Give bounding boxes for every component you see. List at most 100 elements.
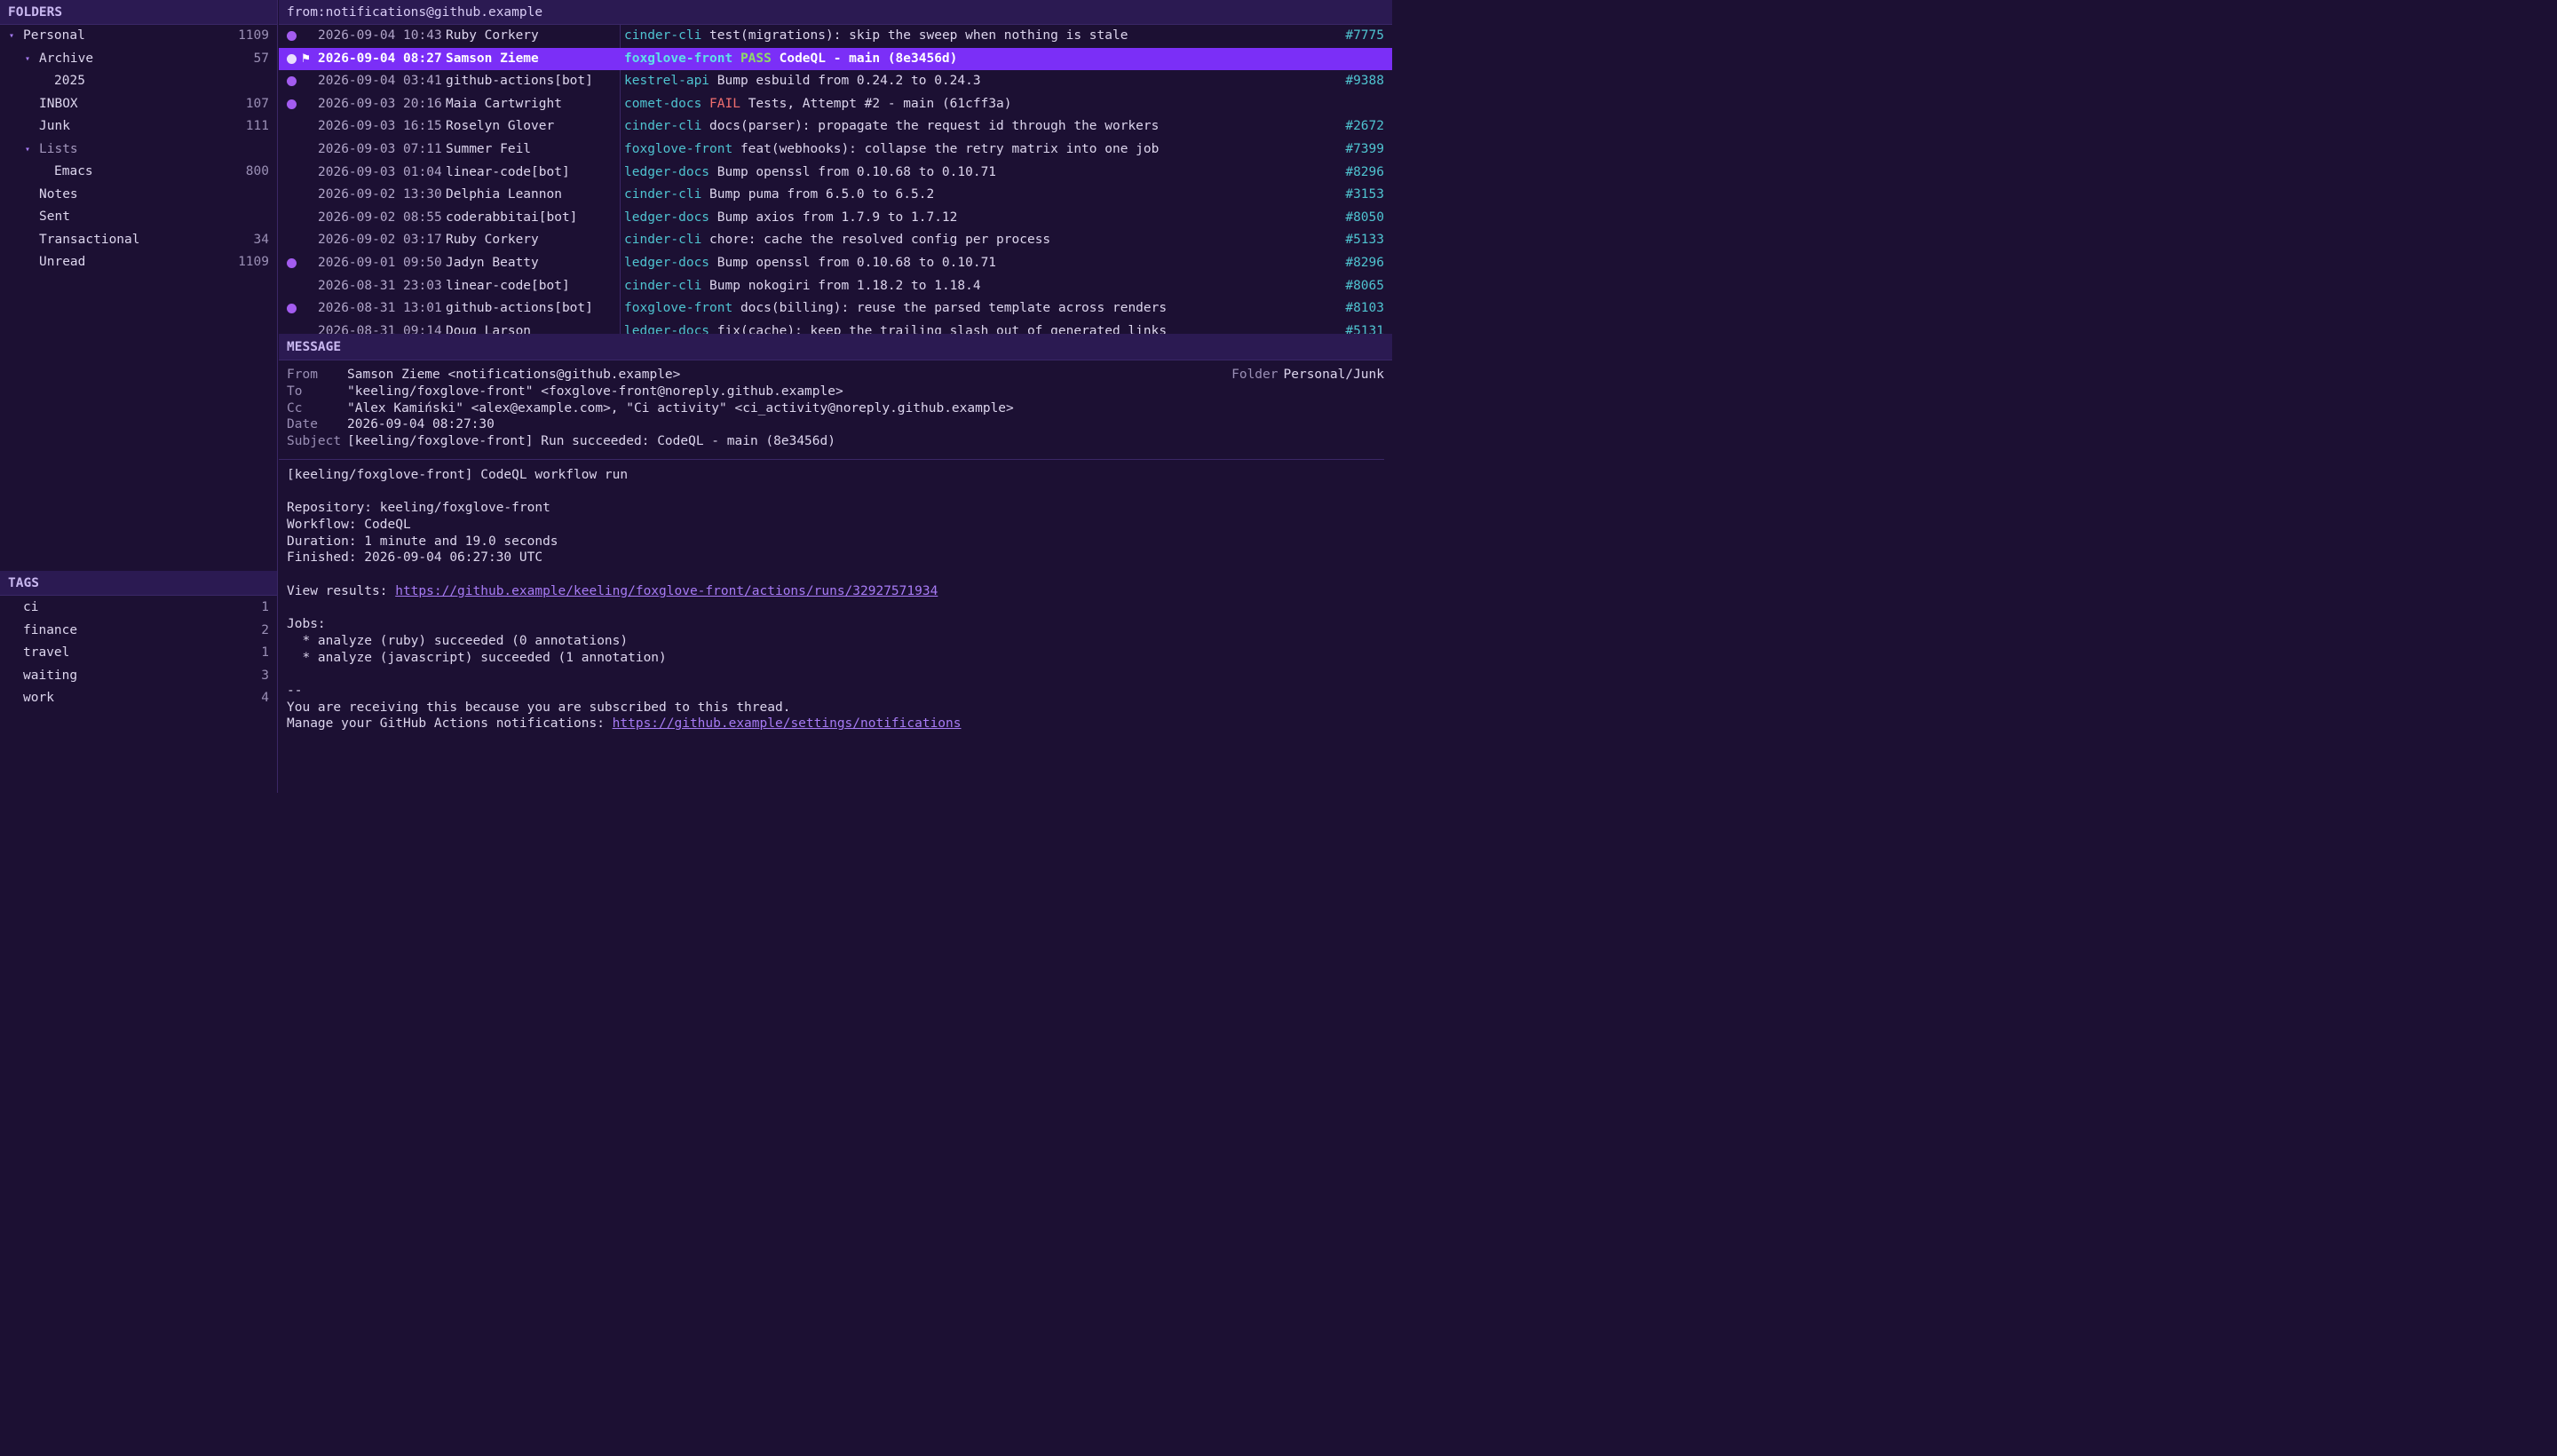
message-sender: Ruby Corkery <box>446 28 539 43</box>
folder-value[interactable]: Personal/Junk <box>1284 368 1385 382</box>
chevron-down-icon[interactable]: ▾ <box>25 48 30 71</box>
message-sender: linear-code[bot] <box>446 278 570 293</box>
subject-text: Bump nokogiri from 1.18.2 to 1.18.4 <box>709 278 981 293</box>
repo-name: foxglove-front <box>624 141 733 156</box>
repo-name: ledger-docs <box>624 210 710 225</box>
message-row-selected[interactable]: ⚑ 2026-09-04 08:27 Samson Zieme foxglove… <box>279 47 1392 71</box>
folder-label: Folder <box>1231 368 1278 382</box>
subject-text: test(migrations): skip the sweep when no… <box>709 28 1128 43</box>
folder-item-lists[interactable]: ▾ Lists <box>0 138 277 162</box>
issue-number: #8050 <box>1345 210 1384 225</box>
message-date: 2026-09-02 08:55 <box>318 210 442 225</box>
message-row[interactable]: 2026-09-03 20:16 Maia Cartwright comet-d… <box>279 92 1392 116</box>
folder-count: 111 <box>245 119 269 133</box>
folder-count: 1109 <box>238 28 269 43</box>
message-row[interactable]: 2026-09-03 16:15 Roselyn Glover cinder-c… <box>279 115 1392 138</box>
message-sender: Ruby Corkery <box>446 233 539 248</box>
notifications-label: Manage your GitHub Actions notifications… <box>287 716 613 732</box>
message-subject: foxglove-front PASS CodeQL - main (8e345… <box>624 48 957 71</box>
message-row[interactable]: 2026-09-03 01:04 linear-code[bot] ledger… <box>279 161 1392 185</box>
tag-item-waiting[interactable]: waiting 3 <box>0 665 277 688</box>
tag-count: 2 <box>261 622 269 637</box>
folder-item-junk[interactable]: Junk 111 <box>0 115 277 138</box>
subject-text: chore: cache the resolved config per pro… <box>709 233 1051 248</box>
view-results-link[interactable]: https://github.example/keeling/foxglove-… <box>395 584 938 598</box>
message-row[interactable]: 2026-09-03 07:11 Summer Feil foxglove-fr… <box>279 138 1392 162</box>
repo-name: kestrel-api <box>624 74 710 89</box>
header-label: Subject <box>287 434 342 449</box>
message-subject: foxglove-front docs(billing): reuse the … <box>624 297 1167 320</box>
folder-item-personal[interactable]: ▾ Personal 1109 <box>0 25 277 48</box>
message-sender: coderabbitai[bot] <box>446 210 578 225</box>
column-divider <box>620 47 621 71</box>
tag-label: work <box>23 691 54 705</box>
message-subject: ledger-docs fix(cache): keep the trailin… <box>624 320 1167 334</box>
message-row[interactable]: 2026-09-02 13:30 Delphia Leannon cinder-… <box>279 184 1392 207</box>
message-date: 2026-09-04 10:43 <box>318 28 442 43</box>
column-divider <box>620 115 621 138</box>
folder-item-inbox[interactable]: INBOX 107 <box>0 93 277 116</box>
tag-count: 4 <box>261 691 269 705</box>
repo-name: cinder-cli <box>624 28 702 43</box>
issue-number: #8296 <box>1345 255 1384 270</box>
column-divider <box>620 297 621 320</box>
unread-dot-icon <box>287 53 297 64</box>
message-row[interactable]: 2026-09-04 10:43 Ruby Corkery cinder-cli… <box>279 25 1392 48</box>
tags-header: TAGS <box>0 571 277 596</box>
message-date: 2026-09-01 09:50 <box>318 255 442 270</box>
message-row[interactable]: 2026-09-04 03:41 github-actions[bot] kes… <box>279 70 1392 93</box>
header-to-value[interactable]: "keeling/foxglove-front" <foxglove-front… <box>347 384 843 399</box>
repo-name: foxglove-front <box>624 51 733 66</box>
message-row[interactable]: 2026-09-01 09:50 Jadyn Beatty ledger-doc… <box>279 251 1392 275</box>
folder-item-2025[interactable]: 2025 <box>0 70 277 93</box>
message-date: 2026-09-03 07:11 <box>318 141 442 156</box>
notifications-settings-link[interactable]: https://github.example/settings/notifica… <box>613 716 962 731</box>
column-divider <box>620 161 621 185</box>
issue-number: #7399 <box>1345 141 1384 156</box>
signature-separator: -- <box>287 683 303 698</box>
issue-number: #8065 <box>1345 278 1384 293</box>
message-date: 2026-09-04 08:27 <box>318 51 442 66</box>
tag-item-work[interactable]: work 4 <box>0 687 277 710</box>
message-sender: Maia Cartwright <box>446 96 562 111</box>
subject-text: docs(billing): reuse the parsed template… <box>740 301 1168 316</box>
folder-item-unread[interactable]: Unread 1109 <box>0 251 277 274</box>
message-row[interactable]: 2026-09-02 08:55 coderabbitai[bot] ledge… <box>279 206 1392 230</box>
body-line: Manage your GitHub Actions notifications… <box>287 716 1384 732</box>
tag-item-finance[interactable]: finance 2 <box>0 620 277 643</box>
unread-dot-icon <box>287 304 297 314</box>
column-divider <box>620 70 621 93</box>
folder-item-notes[interactable]: Notes <box>0 184 277 207</box>
body-blank <box>287 484 1384 501</box>
tag-item-ci[interactable]: ci 1 <box>0 597 277 620</box>
folder-item-sent[interactable]: Sent <box>0 206 277 229</box>
unread-dot-icon <box>287 31 297 41</box>
message-subject: cinder-cli Bump puma from 6.5.0 to 6.5.2 <box>624 184 934 207</box>
tag-item-travel[interactable]: travel 1 <box>0 642 277 665</box>
message-list-pane: from:notifications@github.example 2026-0… <box>279 0 1392 334</box>
subject-text: feat(webhooks): collapse the retry matri… <box>740 141 1160 156</box>
unread-dot-icon <box>287 257 297 268</box>
header-from-value[interactable]: Samson Zieme <notifications@github.examp… <box>347 368 680 382</box>
folder-list: ▾ Personal 1109 ▾ Archive 57 2025 INBOX … <box>0 25 277 274</box>
search-query[interactable]: from:notifications@github.example <box>279 0 1392 25</box>
chevron-down-icon[interactable]: ▾ <box>25 138 30 162</box>
message-row[interactable]: 2026-09-02 03:17 Ruby Corkery cinder-cli… <box>279 229 1392 252</box>
message-row[interactable]: 2026-08-31 23:03 linear-code[bot] cinder… <box>279 274 1392 298</box>
chevron-down-icon[interactable]: ▾ <box>9 25 14 48</box>
message-date: 2026-09-04 03:41 <box>318 74 442 89</box>
subject-text: Bump openssl from 0.10.68 to 0.10.71 <box>716 164 997 179</box>
repo-name: ledger-docs <box>624 164 710 179</box>
message-header-title: MESSAGE <box>279 334 1392 360</box>
message-row[interactable]: 2026-08-31 13:01 github-actions[bot] fox… <box>279 297 1392 320</box>
message-row[interactable]: 2026-08-31 09:14 Doug Larson ledger-docs… <box>279 320 1392 334</box>
folder-item-emacs[interactable]: Emacs 800 <box>0 161 277 184</box>
repo-name: foxglove-front <box>624 301 733 316</box>
header-cc-value[interactable]: "Alex Kamiński" <alex@example.com>, "Ci … <box>347 401 1014 415</box>
folder-item-transactional[interactable]: Transactional 34 <box>0 229 277 252</box>
message-sender: linear-code[bot] <box>446 164 570 179</box>
folder-item-archive[interactable]: ▾ Archive 57 <box>0 48 277 71</box>
message-subject: cinder-cli docs(parser): propagate the r… <box>624 115 1159 138</box>
status-fail-badge: FAIL <box>709 96 740 111</box>
issue-number: #5133 <box>1345 233 1384 248</box>
